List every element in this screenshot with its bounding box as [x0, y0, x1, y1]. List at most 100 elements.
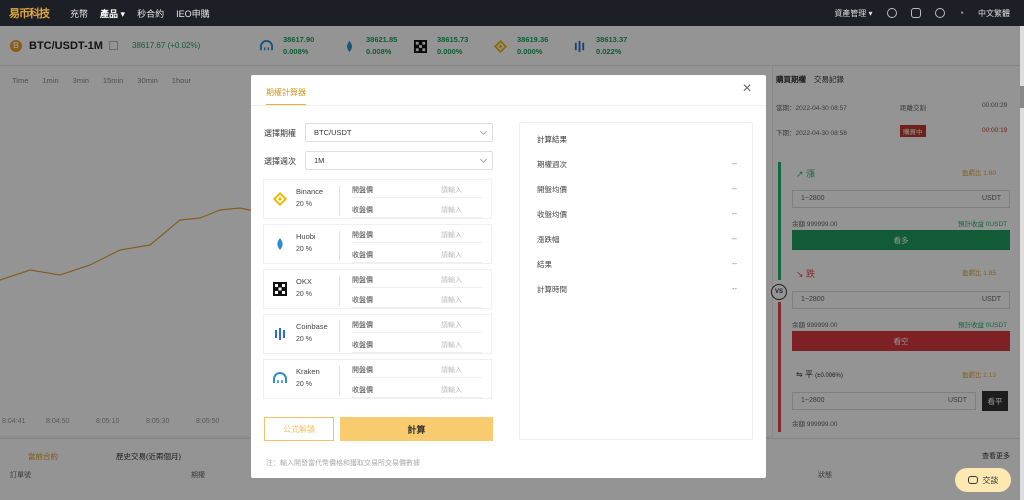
open-price-label: 開盤價: [352, 277, 373, 284]
open-price-label: 開盤價: [352, 322, 373, 329]
tab-option-calculator[interactable]: 期權計算器: [266, 87, 306, 106]
exchange-weight: 20 %: [296, 336, 312, 343]
exchange-name: OKX: [296, 277, 312, 286]
result-label: 漲跌幅: [537, 235, 560, 244]
period-select-value: 1M: [314, 156, 325, 165]
exchange-weight: 20 %: [296, 291, 312, 298]
exchange-weight: 20 %: [296, 381, 312, 388]
chat-button[interactable]: 交談: [955, 468, 1011, 492]
coinbase-icon: [275, 328, 285, 340]
close-price-field[interactable]: 收盤價 請輸入: [352, 247, 482, 263]
option-select-value: BTC/USDT: [314, 128, 352, 137]
exchange-card-kraken: Kraken 20 % 開盤價 請輸入 收盤價 請輸入: [263, 359, 492, 399]
result-label: 期權週次: [537, 160, 567, 169]
period-label: 選擇週次: [264, 157, 296, 166]
nav-item-deposit[interactable]: 充幣: [70, 7, 88, 20]
calculate-button[interactable]: 計算: [340, 417, 493, 441]
close-icon[interactable]: ×: [740, 81, 754, 97]
exchange-name: Coinbase: [296, 322, 328, 331]
result-value: --: [732, 234, 737, 243]
close-price-label: 收盤價: [352, 207, 373, 214]
result-value: --: [732, 259, 737, 268]
period-select[interactable]: 1M: [305, 151, 493, 170]
close-price-field[interactable]: 收盤價 請輸入: [352, 292, 482, 308]
nav-item-products-label: 產品: [100, 8, 119, 19]
top-nav: 易币科技 充幣 產品 ▾ 秒合約 IEO申購 資產管理 ▾ ◔ 中文繁體: [0, 0, 1024, 26]
close-price-placeholder: 請輸入: [441, 252, 462, 259]
open-price-placeholder: 請輸入: [441, 277, 462, 284]
option-select[interactable]: BTC/USDT: [305, 123, 493, 142]
open-price-field[interactable]: 開盤價 請輸入: [352, 362, 482, 378]
close-price-field[interactable]: 收盤價 請輸入: [352, 337, 482, 353]
result-label: 收盤均價: [537, 210, 567, 219]
user-icon[interactable]: [886, 8, 897, 18]
result-row: 收盤均價 --: [537, 209, 737, 220]
result-title: 計算結果: [537, 135, 567, 144]
close-price-placeholder: 請輸入: [441, 297, 462, 304]
logo[interactable]: 易币科技: [0, 0, 58, 26]
open-price-field[interactable]: 開盤價 請輸入: [352, 182, 482, 198]
divider: [339, 231, 340, 261]
chat-bubble-icon: [967, 476, 978, 484]
result-label: 計算時間: [537, 285, 567, 294]
chevron-down-icon: ▾: [120, 8, 126, 19]
assets-menu[interactable]: 資產管理 ▾: [834, 8, 872, 19]
exchange-name: Binance: [296, 187, 324, 196]
open-price-label: 開盤價: [352, 367, 373, 374]
tab-divider: [251, 105, 766, 106]
bell-icon[interactable]: [910, 8, 921, 18]
close-price-label: 收盤價: [352, 342, 373, 349]
exchange-name: Huobi: [296, 232, 316, 241]
huobi-icon: [277, 238, 283, 250]
close-price-field[interactable]: 收盤價 請輸入: [352, 202, 482, 218]
result-panel: 計算結果 期權週次 -- 開盤均價 -- 收盤均價 -- 漲跌幅 -- 結果 -- 計算時…: [519, 122, 753, 440]
language-selector[interactable]: 中文繁體: [978, 8, 1010, 19]
open-price-placeholder: 請輸入: [441, 322, 462, 329]
open-price-field[interactable]: 開盤價 請輸入: [352, 272, 482, 288]
result-label: 開盤均價: [537, 185, 567, 194]
open-price-field[interactable]: 開盤價 請輸入: [352, 317, 482, 333]
chevron-down-icon: [479, 155, 488, 164]
close-price-placeholder: 請輸入: [441, 387, 462, 394]
exchange-weight: 20 %: [296, 201, 312, 208]
divider: [339, 321, 340, 351]
nav-item-contract[interactable]: 秒合約: [137, 7, 164, 20]
page-scrollbar[interactable]: [1020, 26, 1024, 500]
result-row: 期權週次 --: [537, 159, 737, 170]
result-row: 計算時間 --: [537, 284, 737, 295]
result-value: --: [732, 284, 737, 293]
open-price-placeholder: 請輸入: [441, 367, 462, 374]
close-price-field[interactable]: 收盤價 請輸入: [352, 382, 482, 398]
result-row: 開盤均價 --: [537, 184, 737, 195]
exchange-card-okx: OKX 20 % 開盤價 請輸入 收盤價 請輸入: [263, 269, 492, 309]
result-label: 結果: [537, 260, 552, 269]
nav-item-products[interactable]: 產品 ▾: [100, 7, 125, 20]
kraken-icon: [273, 372, 287, 383]
close-price-label: 收盤價: [352, 387, 373, 394]
open-price-placeholder: 請輸入: [441, 187, 462, 194]
chevron-down-icon: [479, 127, 488, 136]
assets-label: 資產管理: [834, 8, 867, 18]
divider: [339, 276, 340, 306]
open-price-placeholder: 請輸入: [441, 232, 462, 239]
close-price-label: 收盤價: [352, 252, 373, 259]
exchange-card-binance: Binance 20 % 開盤價 請輸入 收盤價 請輸入: [263, 179, 492, 219]
result-value: --: [732, 159, 737, 168]
formula-button[interactable]: 公式解讀: [264, 417, 334, 441]
close-price-placeholder: 請輸入: [441, 207, 462, 214]
close-price-label: 收盤價: [352, 297, 373, 304]
rss-icon[interactable]: ◔: [959, 8, 964, 18]
exchange-card-coinbase: Coinbase 20 % 開盤價 請輸入 收盤價 請輸入: [263, 314, 492, 354]
calculator-note: 注：輸入開發當代幣價格和獲取交易所交易價數據: [266, 460, 420, 467]
result-row: 漲跌幅 --: [537, 234, 737, 245]
chat-label: 交談: [982, 475, 999, 485]
binance-icon: [273, 192, 287, 206]
divider: [339, 186, 340, 216]
nav-item-ieo[interactable]: IEO申購: [176, 7, 210, 20]
open-price-field[interactable]: 開盤價 請輸入: [352, 227, 482, 243]
result-value: --: [732, 209, 737, 218]
gear-icon[interactable]: [934, 8, 945, 18]
option-label: 選擇期權: [264, 129, 296, 138]
exchange-weight: 20 %: [296, 246, 312, 253]
scrollbar-thumb[interactable]: [1020, 86, 1024, 108]
